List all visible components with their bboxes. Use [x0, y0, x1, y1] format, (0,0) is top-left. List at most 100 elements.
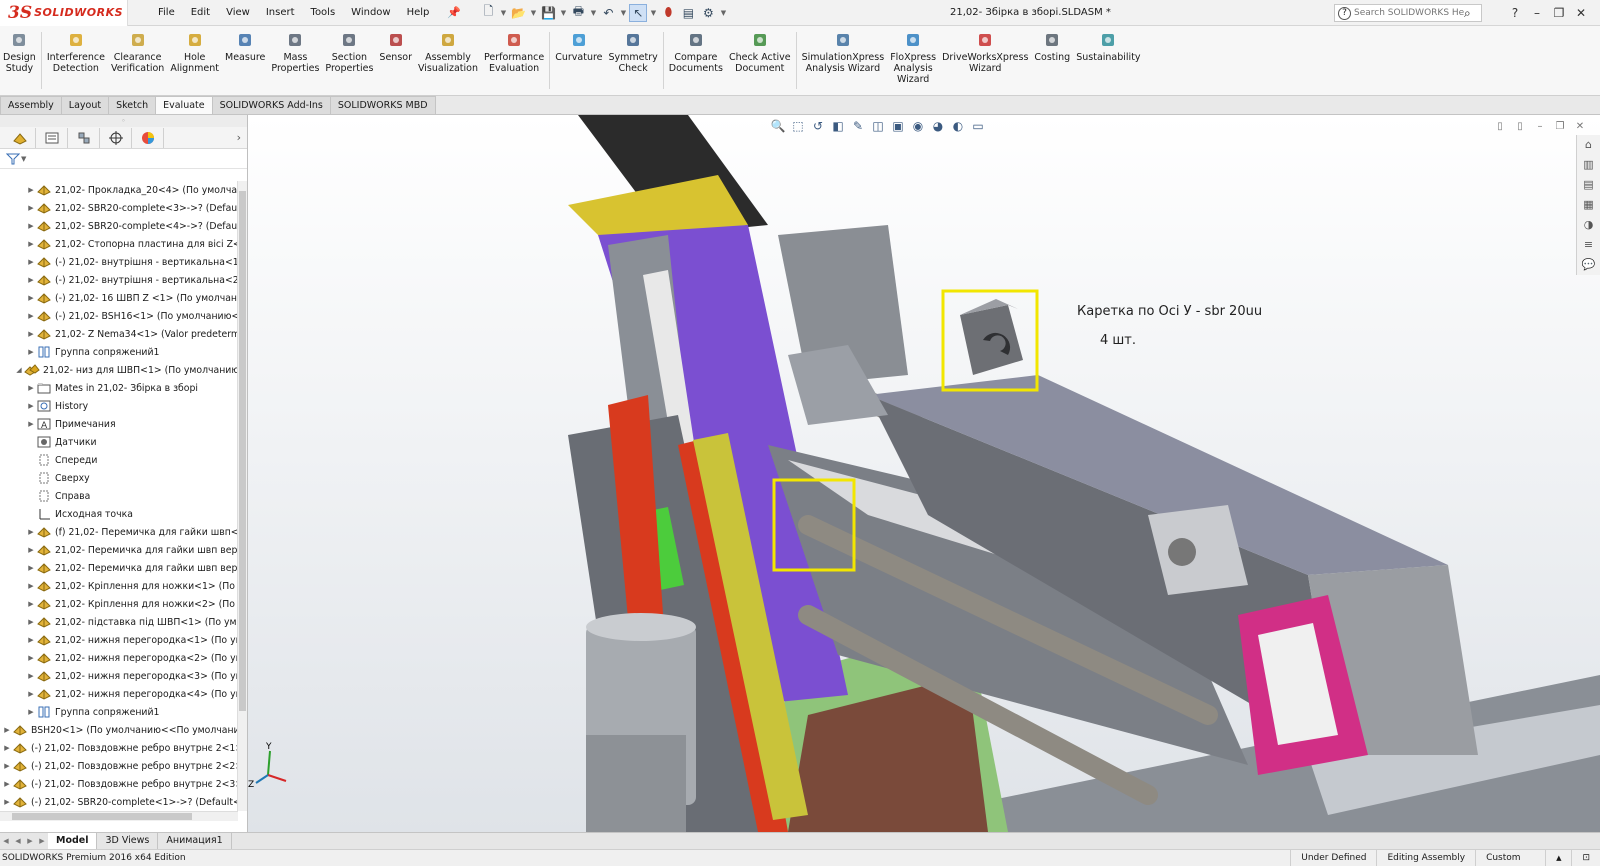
tree-item[interactable]: ▶ Группа сопряжений1 [0, 703, 238, 721]
menu-tools[interactable]: Tools [303, 0, 344, 26]
tab-evaluate[interactable]: Evaluate [155, 96, 213, 114]
expand-arrow-icon[interactable]: ▶ [2, 780, 12, 788]
expand-arrow-icon[interactable]: ▶ [26, 348, 36, 356]
new-document-icon[interactable]: 🗋 [479, 4, 497, 22]
prev-tab-arrow-icon[interactable]: ◀ [12, 837, 24, 845]
costing-button[interactable]: Costing [1031, 26, 1073, 95]
symmetry-check-button[interactable]: Symmetry Check [606, 26, 661, 95]
view-settings-icon[interactable]: ▭ [968, 119, 988, 133]
tree-item[interactable]: ▶ Группа сопряжений1 [0, 343, 238, 361]
viewport-minimize-icon[interactable]: – [1530, 121, 1550, 132]
expand-arrow-icon[interactable]: ▶ [26, 402, 36, 410]
tree-item[interactable]: ▶ 21,02- Кріплення для ножки<2> (По умолч [0, 595, 238, 613]
expand-arrow-icon[interactable]: ▶ [26, 276, 36, 284]
tree-item[interactable]: ▶ 21,02- нижня перегородка<2> (По умолча [0, 649, 238, 667]
view-palette-icon[interactable]: ▦ [1583, 195, 1593, 215]
tree-item[interactable]: ▶ 21,02- Перемичка для гайки швп верх<1> … [0, 541, 238, 559]
bottom-tab[interactable]: 3D Views [97, 833, 159, 849]
configuration-manager-tab-icon[interactable] [68, 127, 100, 148]
viewport-close-icon[interactable]: ✕ [1570, 121, 1590, 132]
dimxpert-manager-tab-icon[interactable] [100, 127, 132, 148]
expand-arrow-icon[interactable]: ▶ [26, 330, 36, 338]
tab-layout[interactable]: Layout [60, 96, 110, 114]
bottom-tab[interactable]: Model [48, 833, 98, 849]
menu-insert[interactable]: Insert [258, 0, 303, 26]
tree-item[interactable]: ▶ (-) 21,02- внутрішня - вертикальна<1> (… [0, 253, 238, 271]
select-dropdown-caret[interactable]: ▼ [649, 4, 657, 22]
edit-appearance-icon[interactable]: ◕ [928, 119, 948, 133]
tree-item[interactable]: ▶ (-) 21,02- BSH16<1> (По умолчанию<<По [0, 307, 238, 325]
menu-file[interactable]: File [150, 0, 183, 26]
compare-documents-button[interactable]: Compare Documents [666, 26, 726, 95]
collapse-arrow-icon[interactable]: ◢ [14, 366, 24, 374]
expand-arrow-icon[interactable]: ▶ [26, 582, 36, 590]
tab-sketch[interactable]: Sketch [108, 96, 157, 114]
tree-item[interactable]: ▶ 21,02- Прокладка_20<4> (По умолчанию<<П… [0, 181, 238, 199]
chevron-right-icon[interactable]: › [237, 131, 241, 144]
sensor-button[interactable]: Sensor [376, 26, 415, 95]
check-active-document-button[interactable]: Check Active Document [726, 26, 794, 95]
print-dropdown-caret[interactable]: ▼ [589, 4, 597, 22]
undo-dropdown-caret[interactable]: ▼ [619, 4, 627, 22]
expand-arrow-icon[interactable]: ▶ [26, 600, 36, 608]
tree-item[interactable]: ▶ 21,02- Перемичка для гайки швп верх<2> … [0, 559, 238, 577]
tree-item[interactable]: ▶ (-) 21,02- 16 ШВП Z <1> (По умолчанию<<… [0, 289, 238, 307]
expand-arrow-icon[interactable]: ▶ [26, 186, 36, 194]
tree-item[interactable]: ▶ 21,02- нижня перегородка<1> (По умолча [0, 631, 238, 649]
tooltip-toggle-icon[interactable]: ⊡ [1571, 850, 1600, 866]
expand-arrow-icon[interactable]: ▶ [26, 654, 36, 662]
search-icon[interactable]: ⌕ [1464, 6, 1471, 21]
appearances-icon[interactable]: ◑ [1584, 215, 1594, 235]
new-dropdown-caret[interactable]: ▼ [499, 4, 507, 22]
tree-item[interactable]: ▶ History [0, 397, 238, 415]
tree-item[interactable]: Исходная точка [0, 505, 238, 523]
display-style-icon[interactable]: ▣ [888, 119, 908, 133]
performance-evaluation-button[interactable]: Performance Evaluation [481, 26, 547, 95]
file-explorer-icon[interactable]: ▤ [1583, 175, 1593, 195]
options-gear-icon[interactable]: ⚙ [699, 4, 717, 22]
expand-arrow-icon[interactable]: ▶ [2, 726, 12, 734]
zoom-to-fit-icon[interactable]: 🔍 [768, 119, 788, 133]
expand-arrow-icon[interactable]: ▶ [26, 204, 36, 212]
dynamic-annotation-icon[interactable]: ✎ [848, 119, 868, 133]
expand-arrow-icon[interactable]: ▶ [26, 546, 36, 554]
save-dropdown-caret[interactable]: ▼ [559, 4, 567, 22]
tree-item[interactable]: ▶ 21,02- Стопорна пластина для вісі Z<1> … [0, 235, 238, 253]
expand-arrow-icon[interactable]: ▶ [26, 636, 36, 644]
floxpress-button[interactable]: FloXpress Analysis Wizard [887, 26, 939, 95]
expand-arrow-icon[interactable]: ▶ [26, 690, 36, 698]
tree-filter[interactable]: ▼ [0, 149, 247, 169]
filter-icon[interactable] [6, 153, 20, 165]
next-tab-arrow-icon[interactable]: ▶ [24, 837, 36, 845]
tree-item[interactable]: ▶ (f) 21,02- Перемичка для гайки швп<1> (… [0, 523, 238, 541]
minimize-icon[interactable]: – [1526, 6, 1548, 20]
help-search-input[interactable] [1354, 8, 1464, 18]
tree-horizontal-scrollbar[interactable] [0, 811, 238, 821]
interference-detection-button[interactable]: Interference Detection [44, 26, 108, 95]
tile-vertical-icon[interactable]: ▯ [1510, 121, 1530, 132]
design-library-icon[interactable]: ▥ [1583, 155, 1593, 175]
print-icon[interactable]: 🖶 [569, 4, 587, 22]
tree-item[interactable]: ▶ (-) 21,02- Повздовжне ребро внутрнє 2<1… [0, 739, 238, 757]
tree-item[interactable]: Датчики [0, 433, 238, 451]
expand-arrow-icon[interactable]: ▶ [26, 384, 36, 392]
tree-item[interactable]: Спереди [0, 451, 238, 469]
tab-solidworks-add-ins[interactable]: SOLIDWORKS Add-Ins [211, 96, 331, 114]
section-view-icon[interactable]: ◧ [828, 119, 848, 133]
menu-window[interactable]: Window [343, 0, 398, 26]
help-question-icon[interactable]: ? [1504, 6, 1526, 20]
file-properties-icon[interactable]: ▤ [679, 4, 697, 22]
clearance-verification-button[interactable]: Clearance Verification [108, 26, 167, 95]
solidworks-logo[interactable]: 3S SOLIDWORKS [0, 0, 128, 26]
tree-item[interactable]: ▶ 21,02- Z Nema34<1> (Valor predeterminad… [0, 325, 238, 343]
sustainability-button[interactable]: Sustainability [1073, 26, 1143, 95]
expand-arrow-icon[interactable]: ▶ [26, 564, 36, 572]
previous-view-icon[interactable]: ↺ [808, 119, 828, 133]
tree-item[interactable]: ▶ (-) 21,02- внутрішня - вертикальна<2> (… [0, 271, 238, 289]
expand-arrow-icon[interactable]: ▶ [26, 672, 36, 680]
expand-arrow-icon[interactable]: ▶ [2, 744, 12, 752]
help-search-box[interactable]: ? ⌕ [1334, 4, 1482, 22]
tree-item[interactable]: Справа [0, 487, 238, 505]
home-icon[interactable]: ⌂ [1585, 135, 1592, 155]
tree-item[interactable]: ▶ 21,02- підставка під ШВП<1> (По умолчан [0, 613, 238, 631]
